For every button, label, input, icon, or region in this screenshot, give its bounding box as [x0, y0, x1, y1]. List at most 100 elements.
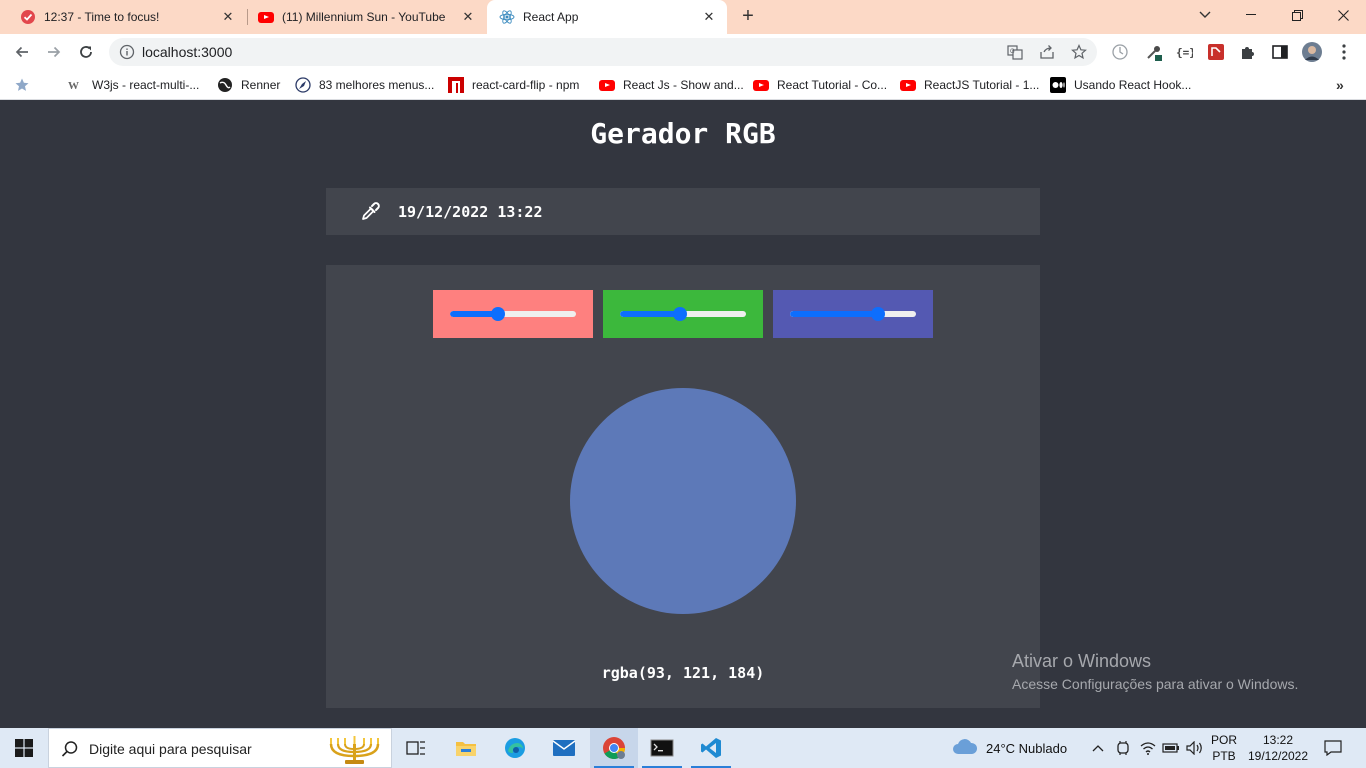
- extension-red-icon[interactable]: [1206, 42, 1226, 62]
- green-slider-thumb[interactable]: [673, 307, 688, 321]
- menorah-icon: [325, 732, 385, 766]
- tab-strip: 12:37 - Time to focus! ✕ (11) Millennium…: [0, 0, 1366, 34]
- bookmark-apps[interactable]: [14, 76, 38, 94]
- bookmark-label: React Tutorial - Co...: [777, 78, 888, 92]
- battery-icon[interactable]: [1162, 728, 1180, 768]
- input-language-indicator[interactable]: POR PTB: [1208, 732, 1240, 764]
- wifi-icon[interactable]: [1140, 728, 1156, 768]
- w3js-icon: W: [68, 77, 84, 93]
- windows-start-button[interactable]: [0, 728, 48, 768]
- datetime-text: 19/12/2022 13:22: [398, 203, 543, 221]
- bookmark-label: Renner: [241, 78, 281, 92]
- red-slider-track[interactable]: [450, 311, 576, 317]
- extension-json-icon[interactable]: {=}: [1174, 42, 1194, 62]
- profile-avatar[interactable]: [1302, 42, 1322, 62]
- restore-button[interactable]: [1274, 0, 1320, 30]
- red-slider-box: [433, 290, 593, 338]
- bookmark-label: W3js - react-multi-...: [92, 78, 200, 92]
- clock-date: 19/12/2022: [1247, 749, 1309, 763]
- extension-eyedropper-icon[interactable]: [1144, 42, 1164, 62]
- edge-browser-icon[interactable]: [491, 728, 539, 768]
- datetime-panel: 19/12/2022 13:22: [326, 188, 1040, 235]
- rgba-value-text: rgba(93, 121, 184): [601, 664, 765, 682]
- share-icon[interactable]: [1039, 44, 1055, 60]
- bookmark-label: ReactJS Tutorial - 1...: [924, 78, 1040, 92]
- extensions-puzzle-icon[interactable]: [1238, 42, 1258, 62]
- npm-icon: [448, 77, 464, 93]
- star-apps-icon: [14, 77, 30, 93]
- page-title: Gerador RGB: [590, 117, 776, 150]
- terminal-icon[interactable]: [638, 728, 686, 768]
- reload-button[interactable]: [72, 38, 100, 66]
- tab-youtube[interactable]: (11) Millennium Sun - YouTube ✕: [248, 0, 486, 34]
- bookmark-menus[interactable]: 83 melhores menus...: [295, 76, 434, 94]
- svg-text:G: G: [1010, 49, 1015, 55]
- windows-taskbar: Digite aqui para pesquisar 24°C Nublado …: [0, 728, 1366, 768]
- extension-timer-icon[interactable]: [1110, 42, 1130, 62]
- bookmark-w3js[interactable]: W W3js - react-multi-...: [68, 76, 199, 94]
- blue-slider-thumb[interactable]: [870, 307, 885, 321]
- mail-icon[interactable]: [540, 728, 588, 768]
- color-preview-circle: [570, 388, 796, 614]
- clock-time: 13:22: [1262, 733, 1294, 747]
- tab-search-button[interactable]: [1182, 0, 1228, 30]
- close-tab-icon[interactable]: ✕: [220, 9, 236, 25]
- new-tab-button[interactable]: +: [736, 5, 760, 29]
- bookmark-renner[interactable]: Renner: [217, 76, 280, 94]
- bookmark-react-card-flip[interactable]: react-card-flip - npm: [448, 76, 579, 94]
- bookmark-label: react-card-flip - npm: [472, 78, 580, 92]
- menu-kebab-icon[interactable]: [1334, 42, 1354, 62]
- tab-focus-timer[interactable]: 12:37 - Time to focus! ✕: [0, 0, 246, 34]
- search-icon: [61, 740, 79, 758]
- site-info-icon[interactable]: [119, 44, 135, 60]
- forward-button[interactable]: [40, 38, 68, 66]
- watermark-subtitle: Acesse Configurações para ativar o Windo…: [1012, 676, 1299, 692]
- chrome-taskbar-icon[interactable]: [590, 728, 638, 768]
- cloud-icon: [952, 738, 978, 759]
- volume-icon[interactable]: [1186, 728, 1204, 768]
- svg-text:{=}: {=}: [1176, 46, 1193, 59]
- close-window-button[interactable]: [1320, 0, 1366, 30]
- tray-device-icon[interactable]: [1116, 728, 1130, 768]
- compass-icon: [295, 77, 311, 93]
- bookmark-usando-react-hook[interactable]: Usando React Hook...: [1050, 76, 1191, 94]
- youtube-icon: [258, 9, 274, 25]
- tab-title: (11) Millennium Sun - YouTube: [282, 10, 446, 24]
- youtube-icon: [753, 77, 769, 93]
- blue-slider-track[interactable]: [790, 311, 916, 317]
- weather-widget[interactable]: 24°C Nublado: [952, 728, 1067, 768]
- back-button[interactable]: [8, 38, 36, 66]
- bookmark-react-tutorial[interactable]: React Tutorial - Co...: [753, 76, 887, 94]
- blue-slider-fill: [790, 311, 878, 317]
- close-tab-icon[interactable]: ✕: [701, 9, 717, 25]
- translate-icon[interactable]: G: [1007, 44, 1023, 60]
- globe-icon: [217, 77, 233, 93]
- more-bookmarks-chevron-icon[interactable]: »: [1336, 76, 1344, 94]
- search-placeholder: Digite aqui para pesquisar: [89, 741, 252, 757]
- bookmark-react-js-show[interactable]: React Js - Show and...: [599, 76, 744, 94]
- address-bar[interactable]: localhost:3000 G: [109, 38, 1097, 66]
- vscode-icon[interactable]: [687, 728, 735, 768]
- red-slider-thumb[interactable]: [490, 307, 505, 321]
- react-icon: [499, 9, 515, 25]
- language-code: POR: [1210, 733, 1237, 747]
- bookmark-star-icon[interactable]: [1071, 44, 1087, 60]
- svg-text:W: W: [68, 80, 79, 92]
- bookmarks-bar: W W3js - react-multi-... Renner 83 melho…: [0, 70, 1366, 100]
- tab-react-app[interactable]: React App ✕: [487, 0, 727, 34]
- side-panel-icon[interactable]: [1270, 42, 1290, 62]
- file-explorer-icon[interactable]: [442, 728, 490, 768]
- taskbar-search-box[interactable]: Digite aqui para pesquisar: [48, 728, 392, 768]
- focus-timer-icon: [20, 9, 36, 25]
- task-view-icon[interactable]: [392, 728, 440, 768]
- minimize-button[interactable]: [1228, 0, 1274, 30]
- close-tab-icon[interactable]: ✕: [460, 9, 476, 25]
- bookmark-label: 83 melhores menus...: [319, 78, 435, 92]
- green-slider-fill: [620, 311, 681, 317]
- show-hidden-icons-chevron-icon[interactable]: [1092, 728, 1104, 768]
- notifications-icon[interactable]: [1324, 728, 1342, 768]
- watermark-title: Ativar o Windows: [1012, 651, 1152, 671]
- keyboard-layout: PTB: [1212, 749, 1236, 763]
- bookmark-reactjs-tutorial[interactable]: ReactJS Tutorial - 1...: [900, 76, 1039, 94]
- taskbar-clock[interactable]: 13:22 19/12/2022: [1242, 732, 1314, 764]
